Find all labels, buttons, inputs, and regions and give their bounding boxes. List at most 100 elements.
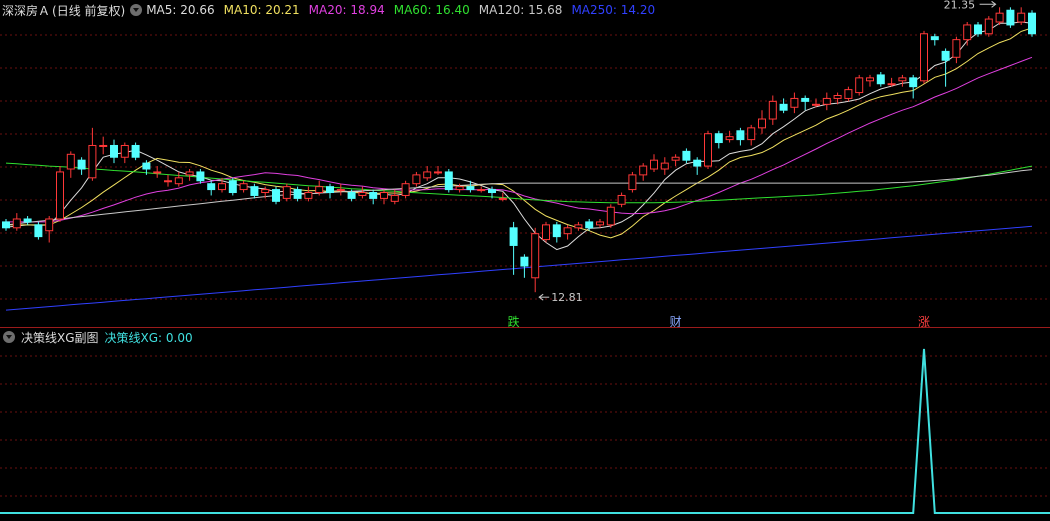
xg-indicator-label: 决策线XG: 0.00 (104, 330, 193, 345)
candle-body (66, 153, 75, 170)
candle-body (596, 221, 604, 226)
candle-body (812, 103, 820, 106)
candle-body (444, 171, 453, 191)
candle-body (164, 180, 172, 183)
candle-body (261, 189, 270, 194)
candle-body (790, 97, 799, 108)
candle-body (207, 183, 216, 191)
candle-body (660, 162, 669, 170)
candle-body (282, 186, 291, 199)
candle-body (995, 12, 1004, 23)
candle-body (369, 192, 378, 199)
sub-panel-header: 决策线XG副图 决策线XG: 0.00 (0, 327, 202, 347)
candle-body (250, 186, 259, 196)
chevron-down-icon[interactable] (130, 4, 143, 16)
ma60-label: MA60: 16.40 (393, 3, 470, 17)
candle-body (509, 227, 518, 246)
candle-body (498, 197, 507, 200)
candle-body (693, 159, 702, 167)
candle-body (844, 89, 853, 99)
stock-chart-canvas[interactable]: 21.3512.81跌财涨 (0, 0, 1050, 521)
candle-body (725, 136, 734, 141)
candle-body (941, 50, 950, 61)
candle-body (293, 189, 302, 199)
candle-body (876, 74, 885, 85)
candle-body (520, 256, 529, 267)
candle-body (326, 186, 334, 194)
candle-body (909, 77, 918, 88)
candle-body (671, 156, 680, 161)
candle-body (898, 77, 907, 82)
candle-body (768, 100, 777, 120)
ma-line-ma250 (5, 225, 1033, 311)
candle-body (930, 36, 939, 41)
candle-body (628, 174, 637, 191)
candle-body (531, 233, 540, 279)
ma-line-ma120 (5, 169, 1033, 226)
candle-body (1017, 12, 1026, 23)
candle-body (747, 127, 756, 141)
candle-body (315, 186, 324, 194)
candle-body (855, 77, 864, 94)
candle-body (887, 83, 896, 86)
candle-body (758, 118, 766, 129)
candle-body (639, 165, 648, 176)
candle-body (185, 171, 194, 176)
candle-body (682, 150, 691, 161)
candle-body (77, 159, 86, 170)
candle-body (542, 224, 550, 241)
candle-body (1006, 9, 1015, 26)
candle-body (714, 133, 723, 144)
candle-body (650, 159, 658, 170)
ma20-label: MA20: 18.94 (308, 3, 385, 17)
candle-body (380, 192, 388, 199)
candle-body (952, 39, 961, 58)
candle-body (347, 192, 356, 199)
candle-body (12, 218, 21, 229)
candle-body (963, 24, 972, 41)
candle-body (196, 171, 205, 182)
candle-body (412, 174, 421, 185)
period-label[interactable]: (日线 前复权) (52, 2, 125, 19)
ma120-label: MA120: 15.68 (478, 3, 563, 17)
candle-body (131, 144, 140, 158)
candle-body (736, 130, 745, 141)
ma-line-ma5 (5, 21, 1033, 251)
candle-body (574, 224, 583, 229)
candle-body (88, 144, 97, 179)
candle-body (920, 33, 928, 82)
candle-body (466, 186, 475, 191)
ma10-label: MA10: 20.21 (223, 3, 300, 17)
candle-body (390, 194, 399, 202)
main-panel-header: 深深房Ａ (日线 前复权) MA5: 20.66 MA10: 20.21 MA2… (0, 0, 664, 20)
candle-body (606, 206, 615, 226)
low-price-label: 12.81 (551, 291, 583, 304)
candle-body (153, 171, 162, 174)
candle-body (34, 224, 43, 238)
candle-body (99, 144, 108, 147)
candle-body (358, 192, 367, 196)
candle-body (1028, 12, 1036, 35)
candle-body (423, 171, 432, 179)
candle-body (401, 183, 410, 196)
candle-body (23, 218, 32, 223)
candle-body (110, 144, 118, 158)
sub-panel-title[interactable]: 决策线XG副图 (21, 329, 99, 346)
candle-body (779, 103, 788, 111)
candle-body (822, 97, 831, 105)
candle-body (56, 171, 64, 220)
candle-body (585, 221, 594, 229)
candle-body (477, 189, 486, 192)
stock-title[interactable]: 深深房Ａ (2, 2, 50, 19)
candle-body (455, 186, 464, 191)
chevron-down-icon[interactable] (3, 331, 15, 343)
ma5-label: MA5: 20.66 (146, 3, 215, 17)
candle-body (174, 177, 183, 185)
candle-body (120, 144, 129, 158)
candle-body (304, 192, 313, 199)
candle-body (866, 77, 874, 82)
candle-body (45, 218, 54, 232)
candle-body (617, 194, 626, 205)
candle-body (239, 183, 248, 191)
candle-body (801, 97, 810, 102)
